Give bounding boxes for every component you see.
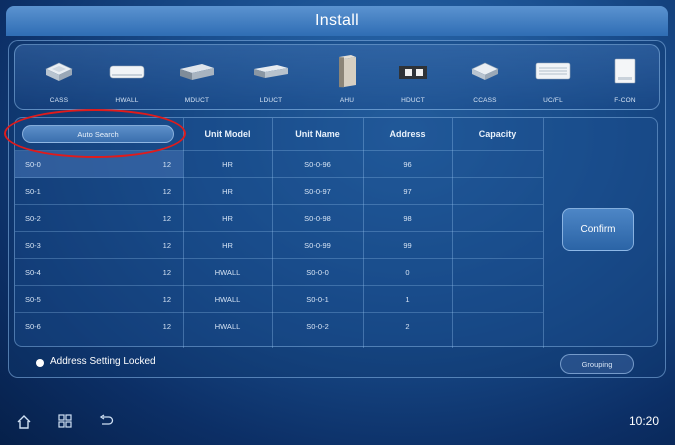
unit-name-cell: S0-0-2 bbox=[306, 322, 329, 331]
medium-duct-icon bbox=[180, 64, 214, 80]
device-ccass[interactable]: CCASS bbox=[455, 45, 515, 109]
clock: 10:20 bbox=[628, 414, 659, 428]
unit-model-cell: HR bbox=[222, 241, 233, 250]
bottom-nav-bar: 10:20 bbox=[0, 400, 675, 445]
table-row[interactable]: S0-4 12 HWALL S0-0-0 0 bbox=[15, 258, 543, 285]
address-cell: 97 bbox=[403, 187, 412, 196]
compact-cassette-icon bbox=[471, 62, 499, 80]
table-row[interactable]: S0-5 12 HWALL S0-0-1 1 bbox=[15, 285, 543, 312]
column-header-capacity[interactable]: Capacity bbox=[452, 118, 543, 150]
unit-name-cell: S0-0-0 bbox=[306, 268, 329, 277]
table-row[interactable]: S0-6 12 HWALL S0-0-2 2 bbox=[15, 312, 543, 339]
grid-icon[interactable] bbox=[58, 414, 72, 428]
table-row[interactable]: S0-1 12 HR S0-0-97 97 bbox=[15, 177, 543, 204]
capacity-cell bbox=[452, 178, 543, 205]
unit-model-cell: HR bbox=[222, 187, 233, 196]
table-row[interactable]: S0-2 12 HR S0-0-98 98 bbox=[15, 204, 543, 231]
column-divider bbox=[543, 118, 544, 348]
auto-search-button[interactable]: Auto Search bbox=[22, 125, 174, 143]
device-fcon[interactable]: F-CON bbox=[595, 45, 655, 109]
low-duct-icon bbox=[254, 65, 288, 78]
high-duct-icon bbox=[399, 66, 427, 79]
grouping-button[interactable]: Grouping bbox=[560, 354, 634, 374]
air-handling-unit-icon bbox=[339, 55, 356, 88]
unit-model-cell: HR bbox=[222, 214, 233, 223]
home-icon[interactable] bbox=[16, 414, 32, 430]
group-cell: S0-1 12 bbox=[25, 187, 171, 196]
confirm-button[interactable]: Confirm bbox=[562, 208, 634, 251]
window-title-bar: Install bbox=[6, 6, 668, 36]
back-icon[interactable] bbox=[98, 414, 114, 428]
address-cell: 98 bbox=[403, 214, 412, 223]
device-cass[interactable]: CASS bbox=[29, 45, 89, 109]
address-cell: 1 bbox=[405, 295, 410, 304]
unit-model-cell: HWALL bbox=[214, 322, 241, 331]
wall-unit-icon bbox=[109, 65, 145, 79]
cassette-unit-icon bbox=[45, 62, 73, 81]
column-header-address[interactable]: Address bbox=[363, 118, 452, 150]
column-header-unit-model[interactable]: Unit Model bbox=[183, 118, 272, 150]
table-row[interactable]: S0-0 12 HR S0-0-96 96 bbox=[15, 150, 543, 178]
unit-name-cell: S0-0-98 bbox=[304, 214, 331, 223]
status-text: Address Setting Locked bbox=[50, 356, 156, 367]
window-title: Install bbox=[315, 12, 359, 29]
capacity-cell bbox=[452, 232, 543, 259]
group-cell: S0-4 12 bbox=[25, 268, 171, 277]
unit-name-cell: S0-0-1 bbox=[306, 295, 329, 304]
unit-model-cell: HWALL bbox=[214, 268, 241, 277]
device-mduct[interactable]: MDUCT bbox=[167, 45, 227, 109]
address-cell: 2 bbox=[405, 322, 410, 331]
group-cell: S0-3 12 bbox=[25, 241, 171, 250]
floor-console-icon bbox=[614, 58, 636, 84]
unit-name-cell: S0-0-99 bbox=[304, 241, 331, 250]
unit-name-cell: S0-0-96 bbox=[304, 160, 331, 169]
capacity-cell bbox=[452, 151, 543, 178]
unit-model-cell: HR bbox=[222, 160, 233, 169]
device-ucfl[interactable]: UC/FL bbox=[523, 45, 583, 109]
device-type-strip: CASS HWALL MDUCT LDUCT AHU HDUCT CCASS U… bbox=[14, 44, 660, 110]
column-header-unit-name[interactable]: Unit Name bbox=[272, 118, 363, 150]
group-cell: S0-0 12 bbox=[15, 151, 183, 178]
group-cell: S0-5 12 bbox=[25, 295, 171, 304]
capacity-cell bbox=[452, 286, 543, 313]
ceiling-floor-unit-icon bbox=[535, 62, 571, 80]
group-cell: S0-2 12 bbox=[25, 214, 171, 223]
device-ahu[interactable]: AHU bbox=[317, 45, 377, 109]
address-cell: 99 bbox=[403, 241, 412, 250]
unit-model-cell: HWALL bbox=[214, 295, 241, 304]
device-hduct[interactable]: HDUCT bbox=[383, 45, 443, 109]
address-cell: 0 bbox=[405, 268, 410, 277]
capacity-cell bbox=[452, 259, 543, 286]
device-lduct[interactable]: LDUCT bbox=[241, 45, 301, 109]
address-cell: 96 bbox=[403, 160, 412, 169]
capacity-cell bbox=[452, 313, 543, 340]
table-row[interactable]: S0-3 12 HR S0-0-99 99 bbox=[15, 231, 543, 258]
status-dot-icon bbox=[36, 359, 44, 367]
device-hwall[interactable]: HWALL bbox=[97, 45, 157, 109]
group-cell: S0-6 12 bbox=[25, 322, 171, 331]
capacity-cell bbox=[452, 205, 543, 232]
unit-name-cell: S0-0-97 bbox=[304, 187, 331, 196]
